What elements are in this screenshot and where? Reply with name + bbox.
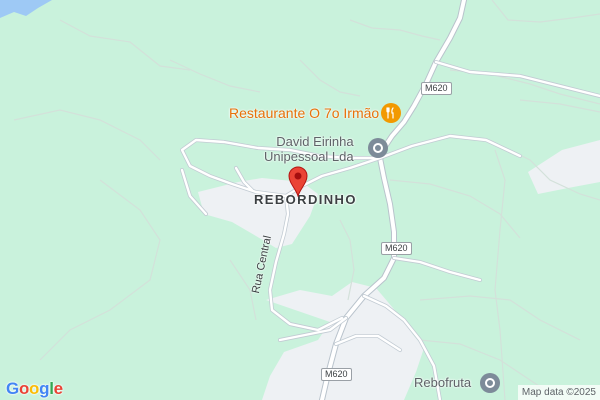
map-pin-icon[interactable] xyxy=(287,165,309,202)
poi-label-line-2: Unipessoal Lda xyxy=(264,149,354,164)
poi-label-rebofruta[interactable]: Rebofruta xyxy=(414,375,471,390)
poi-label-line-1: David Eirinha xyxy=(276,134,354,149)
google-logo: Google xyxy=(6,379,63,399)
map-canvas[interactable]: REBORDINHO Restaurante O 7o Irmão David … xyxy=(0,0,600,400)
logo-letter: e xyxy=(53,379,63,398)
route-shield: M620 xyxy=(421,82,452,95)
location-icon[interactable] xyxy=(368,138,388,158)
route-shield: M620 xyxy=(321,368,352,381)
logo-letter: o xyxy=(29,379,40,398)
logo-letter: o xyxy=(18,379,30,398)
route-shield: M620 xyxy=(381,242,412,255)
poi-label-david-eirinha[interactable]: David Eirinha Unipessoal Lda xyxy=(264,134,354,164)
logo-letter: G xyxy=(6,379,19,398)
river xyxy=(0,0,52,18)
restaurant-icon[interactable] xyxy=(381,103,401,123)
location-icon[interactable] xyxy=(480,373,500,393)
map-attribution[interactable]: Map data ©2025 xyxy=(517,385,600,400)
poi-label-restaurant[interactable]: Restaurante O 7o Irmão xyxy=(229,105,379,121)
logo-letter: g xyxy=(39,379,50,398)
